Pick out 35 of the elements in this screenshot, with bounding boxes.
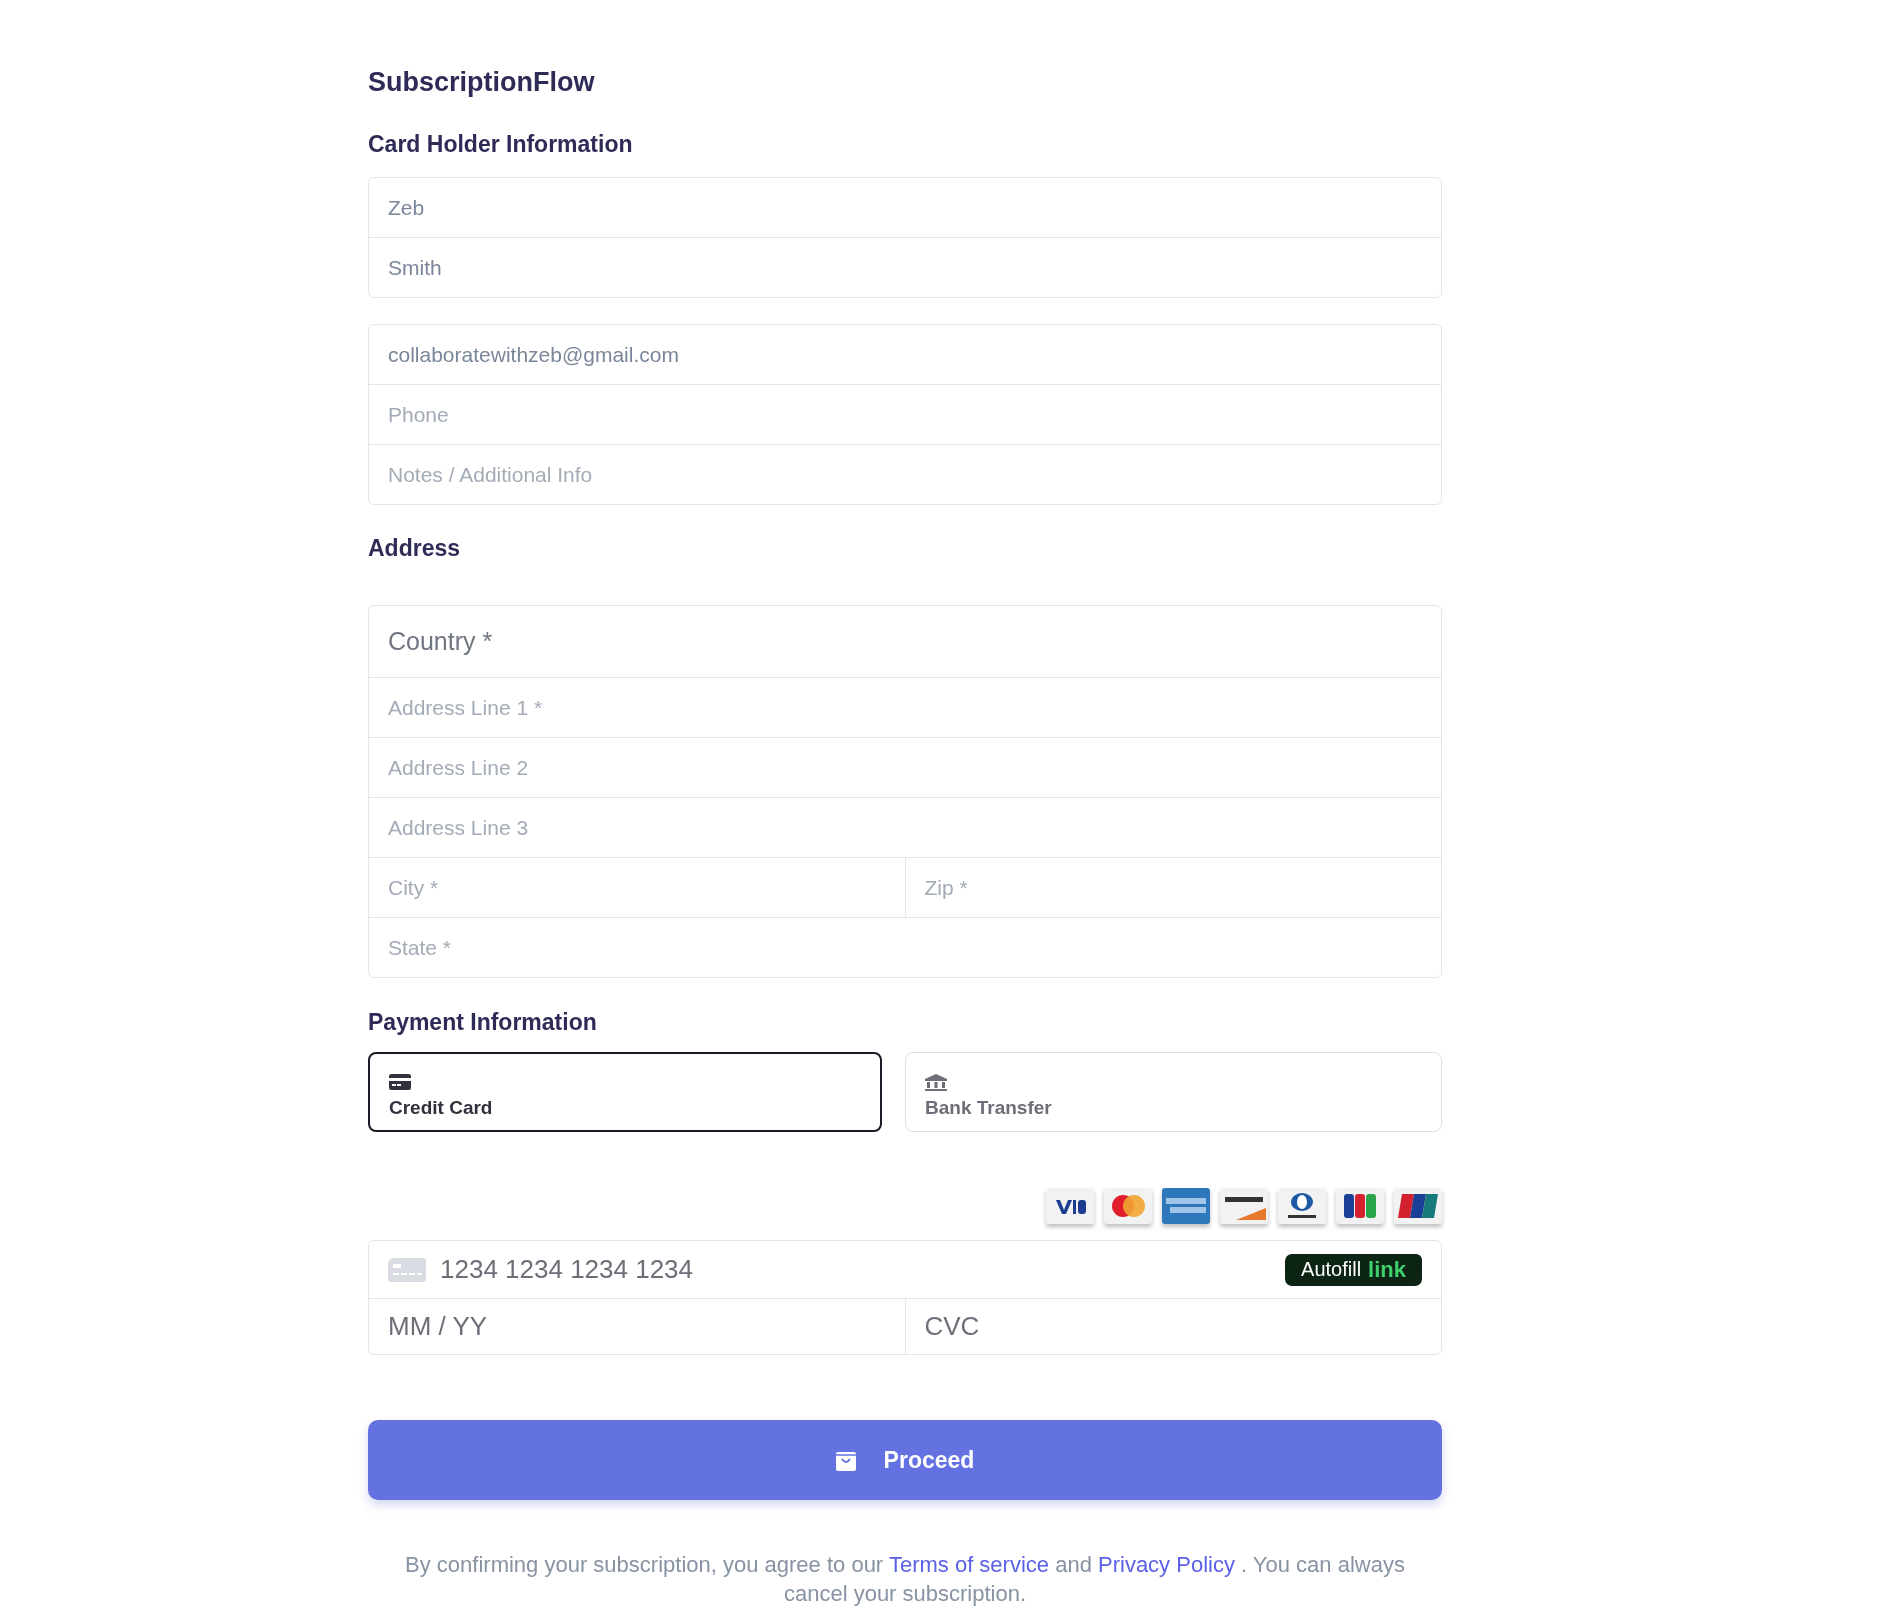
credit-card-icon bbox=[389, 1073, 411, 1091]
card-logo-icon bbox=[1278, 1188, 1326, 1224]
input-field[interactable]: Notes / Additional Info bbox=[368, 444, 1442, 505]
policy-link[interactable]: Terms of service bbox=[888, 1552, 1050, 1577]
card-number-field[interactable]: 1234 1234 1234 1234 Autofill link bbox=[368, 1240, 1442, 1299]
card-logo-icon bbox=[1104, 1188, 1152, 1224]
section-heading: Address bbox=[368, 534, 462, 562]
card-logo-icon bbox=[1046, 1188, 1094, 1224]
bank-icon bbox=[925, 1073, 947, 1091]
input-field[interactable]: State * bbox=[368, 917, 1442, 978]
shopping-bag-icon bbox=[835, 1449, 856, 1471]
payment-tab[interactable]: Bank Transfer bbox=[905, 1052, 1442, 1132]
country-select[interactable]: Country * bbox=[368, 605, 1442, 678]
section-heading: Payment Information bbox=[368, 1008, 598, 1036]
input-field[interactable]: Address Line 2 bbox=[368, 737, 1442, 798]
autofill-button[interactable]: Autofill link bbox=[1285, 1253, 1422, 1286]
app-title: SubscriptionFlow bbox=[368, 66, 596, 98]
policy-link[interactable]: Privacy Policy bbox=[1098, 1552, 1235, 1577]
input-field[interactable]: Zeb bbox=[368, 177, 1442, 238]
input-field[interactable]: Smith bbox=[368, 237, 1442, 298]
expiry-field[interactable]: MM / YY bbox=[368, 1298, 906, 1355]
input-field[interactable]: Phone bbox=[368, 384, 1442, 445]
input-field[interactable]: Address Line 1 * bbox=[368, 677, 1442, 738]
input-field[interactable]: Address Line 3 bbox=[368, 797, 1442, 858]
consent-text: By confirming your subscription, you agree to our Terms of service and Privacy Policy . You can always cancel your subscription. bbox=[404, 1551, 1406, 1608]
card-logo-icon bbox=[1394, 1188, 1442, 1224]
card-logo-icon bbox=[1336, 1188, 1384, 1224]
card-icon bbox=[388, 1257, 426, 1282]
payment-tab[interactable]: Credit Card bbox=[368, 1052, 882, 1132]
cvc-field[interactable]: CVC bbox=[904, 1298, 1442, 1355]
card-logo-icon bbox=[1220, 1188, 1268, 1224]
proceed-button[interactable]: Proceed bbox=[368, 1420, 1442, 1500]
card-logo-icon bbox=[1162, 1188, 1210, 1224]
input-field[interactable]: collaboratewithzeb@gmail.com bbox=[368, 324, 1442, 385]
section-heading: Card Holder Information bbox=[368, 130, 634, 158]
